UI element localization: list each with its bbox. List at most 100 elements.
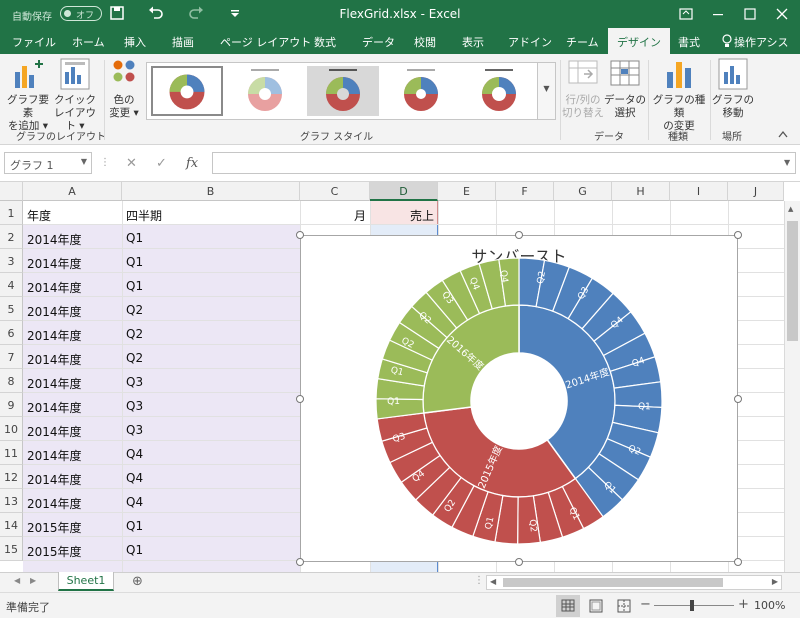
zoom-in-icon[interactable]: + [738,597,749,612]
page-layout-view-icon[interactable] [586,597,606,615]
cell-b[interactable]: Q2 [124,321,145,345]
collapse-ribbon-icon[interactable] [778,130,788,138]
cell-a[interactable]: 2014年度 [25,225,84,249]
cell-a[interactable]: 2014年度 [25,345,84,369]
chart-style-3[interactable] [307,66,379,116]
row-header[interactable]: 5 [0,297,23,321]
tab-team[interactable]: チーム [566,34,599,50]
cell-a[interactable]: 2014年度 [25,465,84,489]
cell-a[interactable]: 2014年度 [25,417,84,441]
cell-a[interactable]: 2014年度 [25,393,84,417]
cell-a[interactable]: 2015年度 [25,513,84,537]
column-header-j[interactable]: J [728,182,784,201]
row-header[interactable]: 7 [0,345,23,369]
enter-icon[interactable]: ✓ [156,156,167,171]
column-header-a[interactable]: A [23,182,122,201]
sheet-tab-sheet1[interactable]: Sheet1 [58,572,114,591]
tab-formulas[interactable]: 数式 [314,34,336,50]
add-sheet-icon[interactable]: ⊕ [132,574,143,589]
tab-data[interactable]: データ [362,34,395,50]
cell-b[interactable]: 四半期 [124,201,164,225]
resize-handle[interactable] [515,558,523,566]
row-header[interactable]: 13 [0,489,23,513]
tab-page-layout[interactable]: ページ レイアウト [220,34,311,50]
row-header[interactable]: 9 [0,393,23,417]
row-header[interactable]: 1 [0,201,23,225]
tab-home[interactable]: ホーム [72,34,105,50]
page-break-view-icon[interactable] [614,597,634,615]
close-icon[interactable] [772,4,792,24]
column-header-e[interactable]: E [438,182,496,201]
ribbon-display-icon[interactable] [676,4,696,24]
sunburst-chart[interactable]: サンバースト 2014年度 Q2 Q3 Q4 Q4 Q1 Q2 Q1 2015年度 Q1 Q2 Q1 Q… [300,235,738,562]
select-data-button[interactable]: データの 選択 [604,94,646,120]
cell-a[interactable]: 2014年度 [25,489,84,513]
prev-sheet-icon[interactable]: ◀ [14,576,20,585]
cell-a[interactable]: 2014年度 [25,321,84,345]
vertical-scrollbar[interactable]: ▲ [784,201,800,572]
cell-b[interactable]: Q3 [124,393,145,417]
worksheet-grid[interactable]: A B C D E F G H I J 1 年度 四半期月売上 2 2014年度 Q1 3 2014年度 Q1 4 20… [0,182,800,572]
chart-style-2[interactable] [229,66,301,116]
row-header[interactable]: 14 [0,513,23,537]
expand-formula-icon[interactable]: ▼ [784,158,790,167]
cell-b[interactable]: Q1 [124,249,145,273]
cell-a[interactable]: 2014年度 [25,273,84,297]
tab-format[interactable]: 書式 [678,34,700,50]
column-header-d[interactable]: D [370,182,438,201]
resize-handle[interactable] [296,558,304,566]
cell-b[interactable]: Q4 [124,441,145,465]
row-header[interactable]: 6 [0,321,23,345]
cell-b[interactable]: Q3 [124,369,145,393]
next-sheet-icon[interactable]: ▶ [30,576,36,585]
resize-handle[interactable] [515,231,523,239]
normal-view-button[interactable] [556,595,580,617]
scroll-right-icon[interactable]: ▶ [772,577,778,586]
cell-a[interactable]: 2014年度 [25,441,84,465]
cell-a[interactable]: 2014年度 [25,369,84,393]
chart-style-5[interactable] [463,66,535,116]
cell-b[interactable]: Q3 [124,417,145,441]
cell-b[interactable]: Q1 [124,513,145,537]
cell-a[interactable]: 2014年度 [25,249,84,273]
cell-b[interactable]: Q1 [124,225,145,249]
select-all-corner[interactable] [0,182,23,201]
change-colors-button[interactable]: 色の 変更 ▾ [106,94,142,120]
cell-b[interactable]: Q2 [124,345,145,369]
zoom-slider[interactable] [654,605,734,606]
tab-review[interactable]: 校閲 [414,34,436,50]
cell-b[interactable]: Q4 [124,489,145,513]
chart-style-1[interactable] [151,66,223,116]
hscroll-thumb[interactable] [503,578,723,587]
maximize-icon[interactable] [740,4,760,24]
cancel-icon[interactable]: ✕ [126,156,137,171]
name-box[interactable]: グラフ 1 ▼ [4,152,92,174]
zoom-out-icon[interactable]: − [640,597,651,612]
resize-handle[interactable] [296,394,304,403]
cell-b[interactable]: Q1 [124,537,145,561]
column-header-b[interactable]: B [122,182,300,201]
switch-row-column-button[interactable]: 行/列の 切り替え [562,94,604,120]
tab-insert[interactable]: 挿入 [124,34,146,50]
cell-b[interactable]: Q2 [124,297,145,321]
scroll-up-icon[interactable]: ▲ [788,205,793,213]
zoom-level[interactable]: 100% [754,599,785,612]
formula-input[interactable] [212,152,796,174]
tab-view[interactable]: 表示 [462,34,484,50]
cell-d[interactable]: 売上 [370,201,436,225]
cell-a[interactable]: 2015年度 [25,537,84,561]
row-header[interactable]: 2 [0,225,23,249]
scroll-left-icon[interactable]: ◀ [490,577,496,586]
resize-handle[interactable] [296,231,304,239]
cell-a[interactable]: 年度 [25,201,53,225]
horizontal-scrollbar[interactable]: ◀ ▶ [486,575,782,590]
column-header-c[interactable]: C [300,182,370,201]
tab-draw[interactable]: 描画 [172,34,194,50]
cell-b[interactable]: Q4 [124,465,145,489]
row-header[interactable]: 12 [0,465,23,489]
tell-me-box[interactable]: 操作アシス [734,34,789,50]
resize-handle[interactable] [734,558,742,566]
cell-c[interactable]: 月 [300,201,368,225]
column-header-f[interactable]: F [496,182,554,201]
minimize-icon[interactable] [708,4,728,24]
